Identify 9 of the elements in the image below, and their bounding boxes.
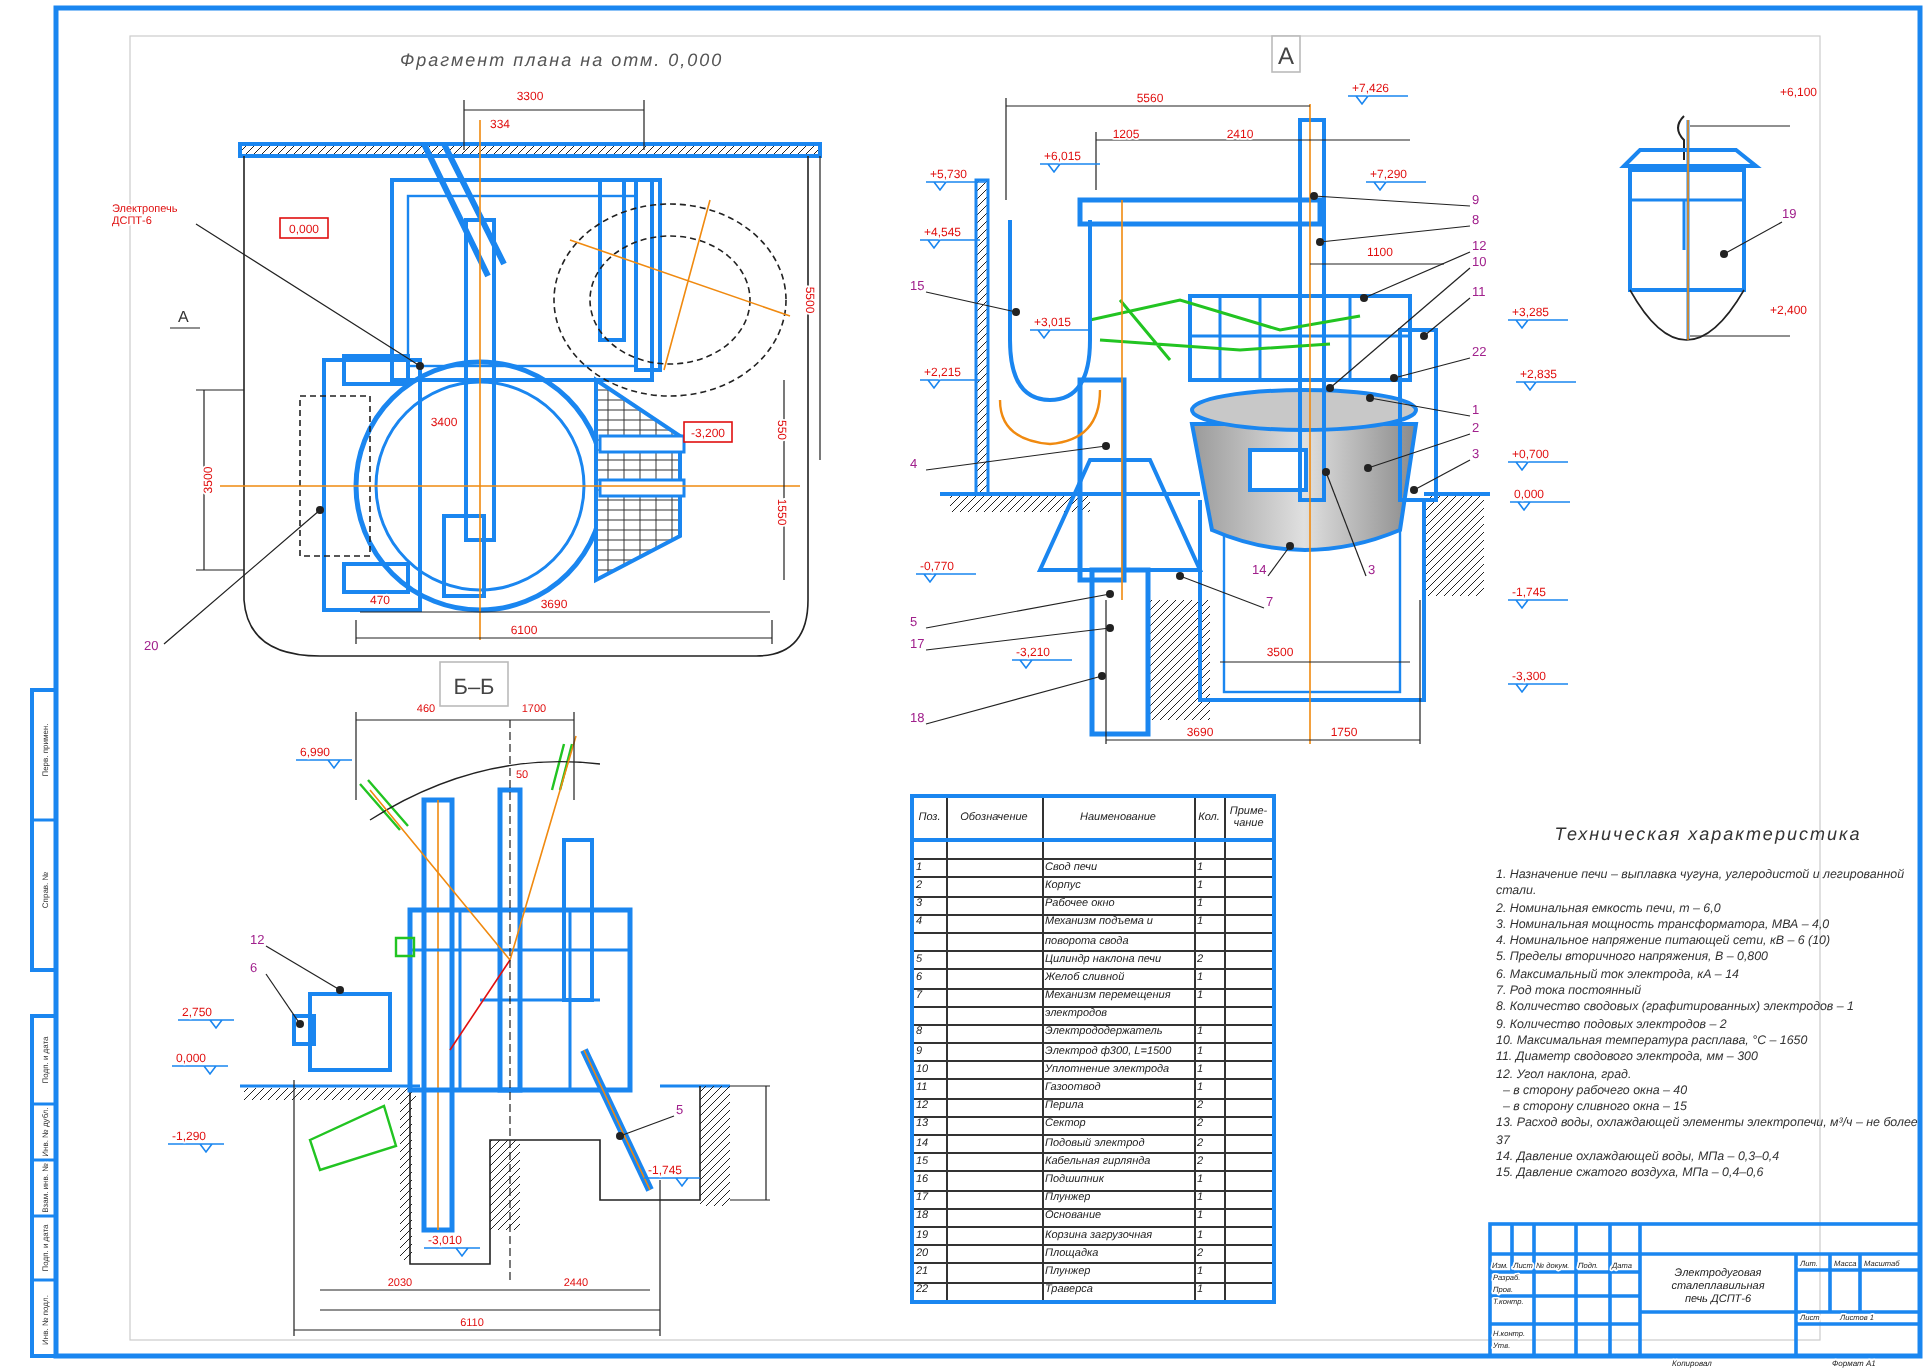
level-box: [683, 421, 733, 443]
view-label: А: [1278, 42, 1294, 70]
level-box: [279, 217, 329, 239]
view-label-box: [1271, 35, 1301, 73]
view-title: Фрагмент плана на отм. 0,000: [400, 50, 724, 70]
view-label: Б–Б: [453, 676, 495, 700]
section-title: Техническая характеристика: [1552, 824, 1864, 844]
section-mark: А: [178, 308, 189, 326]
view-label-box: [439, 661, 509, 707]
